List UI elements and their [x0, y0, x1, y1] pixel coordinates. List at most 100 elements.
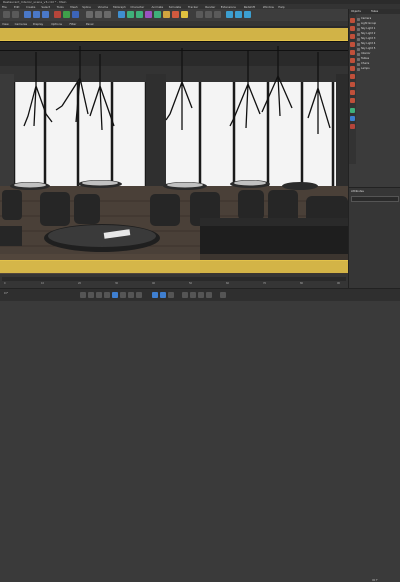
- position-key-icon[interactable]: [182, 292, 188, 298]
- next-frame-icon[interactable]: [120, 292, 126, 298]
- object-row[interactable]: Light Group: [357, 22, 400, 26]
- timeline[interactable]: 0 10 20 30 40 50 60 70 80 90: [0, 274, 348, 288]
- object-row[interactable]: Sky Light 2: [357, 32, 400, 36]
- fps-icon[interactable]: [220, 292, 226, 298]
- scale-key-icon[interactable]: [190, 292, 196, 298]
- lock-mode-icon[interactable]: [350, 124, 355, 129]
- timeline-tick: 30: [115, 282, 119, 285]
- axis-mode-icon[interactable]: [350, 58, 355, 63]
- current-frame: 0 F: [4, 292, 8, 295]
- object-row[interactable]: Lamps: [357, 67, 400, 71]
- view-menu-panel[interactable]: Panel: [86, 22, 94, 26]
- object-row[interactable]: Camera: [357, 17, 400, 21]
- paint-mode-icon[interactable]: [350, 82, 355, 87]
- object-row[interactable]: Sky Light 3: [357, 37, 400, 41]
- menu-window[interactable]: Window: [263, 5, 274, 9]
- view-menu-view[interactable]: View: [2, 22, 9, 26]
- object-row[interactable]: Sky Light 1: [357, 27, 400, 31]
- timeline-track[interactable]: [2, 277, 346, 281]
- render-icon[interactable]: [95, 11, 102, 18]
- polygon-mode-icon[interactable]: [350, 18, 355, 23]
- rotation-key-icon[interactable]: [198, 292, 204, 298]
- attributes-mode-field[interactable]: [351, 196, 399, 202]
- menu-tools[interactable]: Tools: [57, 5, 64, 9]
- prev-key-icon[interactable]: [88, 292, 94, 298]
- menu-render[interactable]: Render: [205, 5, 215, 9]
- redshift-material-icon[interactable]: [244, 11, 251, 18]
- solo-icon[interactable]: [350, 108, 355, 113]
- redshift-light-icon[interactable]: [235, 11, 242, 18]
- object-row[interactable]: Sky Light 5: [357, 47, 400, 51]
- tab-takes[interactable]: Takes: [371, 10, 378, 13]
- object-row[interactable]: Chairs: [357, 62, 400, 66]
- letterbox-bottom: [0, 261, 348, 273]
- snap-mode-icon[interactable]: [350, 98, 355, 103]
- redo-icon[interactable]: [12, 11, 19, 18]
- menu-extensions[interactable]: Extensions: [221, 5, 236, 9]
- sculpt-mode-icon[interactable]: [350, 74, 355, 79]
- key-selection-icon[interactable]: [168, 292, 174, 298]
- camera-icon[interactable]: [172, 11, 179, 18]
- move-tool-icon[interactable]: [24, 11, 31, 18]
- cube-icon[interactable]: [118, 11, 125, 18]
- render-settings-icon[interactable]: [104, 11, 111, 18]
- menu-simulate[interactable]: Simulate: [169, 5, 181, 9]
- render-view-icon[interactable]: [86, 11, 93, 18]
- lock-icon[interactable]: [214, 11, 221, 18]
- play-backward-icon[interactable]: [104, 292, 110, 298]
- menu-create[interactable]: Create: [26, 5, 35, 9]
- transport-bar: 0 F 90 F: [0, 288, 400, 582]
- scene-icon[interactable]: [163, 11, 170, 18]
- object-row[interactable]: Tables: [357, 57, 400, 61]
- record-icon[interactable]: [152, 292, 158, 298]
- menu-animate[interactable]: Animate: [152, 5, 164, 9]
- workplane-icon[interactable]: [205, 11, 212, 18]
- x-axis-icon[interactable]: [54, 11, 61, 18]
- model-mode-icon[interactable]: [350, 66, 355, 71]
- uv-mode-icon[interactable]: [350, 90, 355, 95]
- redshift-icon[interactable]: [226, 11, 233, 18]
- object-row[interactable]: Interior: [357, 52, 400, 56]
- prev-frame-icon[interactable]: [96, 292, 102, 298]
- texture-mode-icon[interactable]: [350, 50, 355, 55]
- menu-select[interactable]: Select: [41, 5, 50, 9]
- z-axis-icon[interactable]: [72, 11, 79, 18]
- menu-mesh[interactable]: Mesh: [70, 5, 77, 9]
- play-icon[interactable]: [112, 292, 118, 298]
- menu-help[interactable]: Help: [278, 5, 284, 9]
- snap-icon[interactable]: [196, 11, 203, 18]
- menu-mograph[interactable]: MoGraph: [113, 5, 126, 9]
- menu-file[interactable]: File: [2, 5, 7, 9]
- generator-icon[interactable]: [136, 11, 143, 18]
- object-row[interactable]: Sky Light 4: [357, 42, 400, 46]
- view-menu-options[interactable]: Options: [51, 22, 62, 26]
- undo-icon[interactable]: [3, 11, 10, 18]
- viewport[interactable]: [0, 26, 348, 274]
- menu-spline[interactable]: Spline: [82, 5, 91, 9]
- light-icon[interactable]: [181, 11, 188, 18]
- parameter-key-icon[interactable]: [206, 292, 212, 298]
- auto-key-icon[interactable]: [160, 292, 166, 298]
- rotate-tool-icon[interactable]: [42, 11, 49, 18]
- view-menu-cameras[interactable]: Cameras: [15, 22, 27, 26]
- menu-character[interactable]: Character: [130, 5, 144, 9]
- deformer-icon[interactable]: [145, 11, 152, 18]
- workplane-mode-icon[interactable]: [350, 116, 355, 121]
- y-axis-icon[interactable]: [63, 11, 70, 18]
- menu-volume[interactable]: Volume: [98, 5, 108, 9]
- edge-mode-icon[interactable]: [350, 26, 355, 31]
- next-key-icon[interactable]: [128, 292, 134, 298]
- view-menu-display[interactable]: Display: [33, 22, 43, 26]
- go-to-start-icon[interactable]: [80, 292, 86, 298]
- view-menu-filter[interactable]: Filter: [70, 22, 77, 26]
- menu-tracker[interactable]: Tracker: [188, 5, 198, 9]
- menu-edit[interactable]: Edit: [14, 5, 19, 9]
- tab-objects[interactable]: Objects: [351, 10, 361, 13]
- menu-redshift[interactable]: Redshift: [244, 5, 255, 9]
- scale-tool-icon[interactable]: [33, 11, 40, 18]
- object-mode-icon[interactable]: [350, 42, 355, 47]
- point-mode-icon[interactable]: [350, 34, 355, 39]
- field-icon[interactable]: [154, 11, 161, 18]
- spline-icon[interactable]: [127, 11, 134, 18]
- go-to-end-icon[interactable]: [136, 292, 142, 298]
